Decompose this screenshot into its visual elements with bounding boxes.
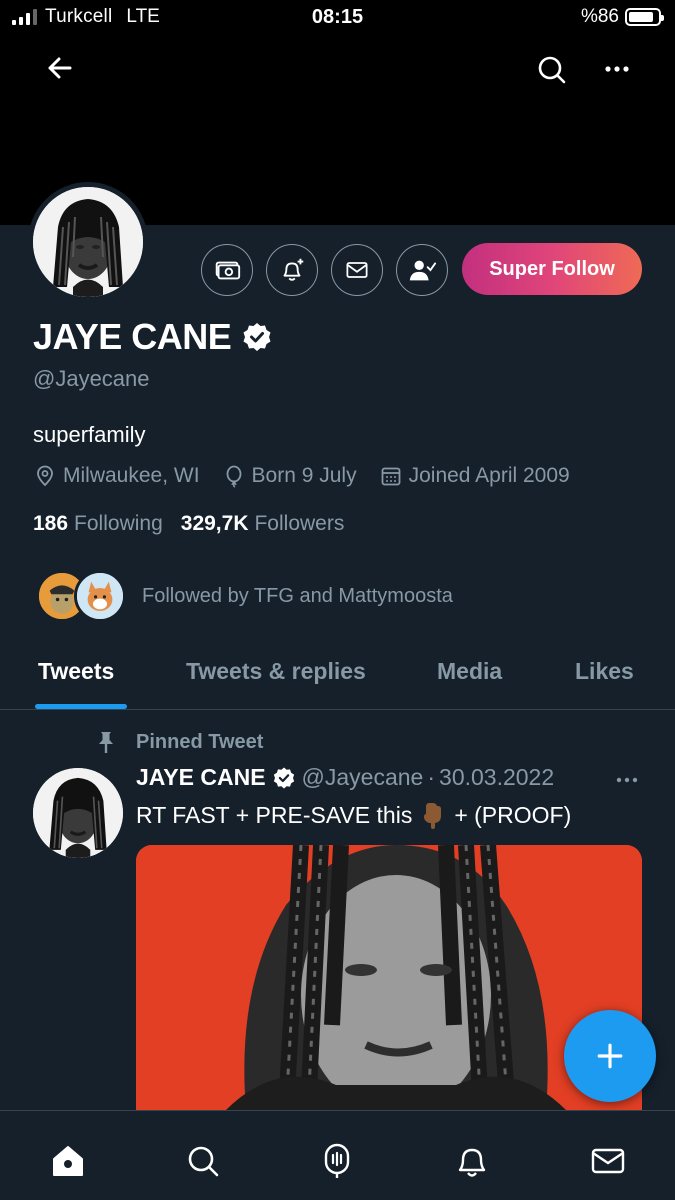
super-follow-button[interactable]: Super Follow — [462, 243, 642, 295]
profile-name-row: JAYE CANE — [33, 316, 273, 358]
tweet-author-handle[interactable]: @Jayecane — [302, 764, 424, 791]
followers-link[interactable]: 329,7K Followers — [181, 512, 345, 536]
plus-icon — [597, 1043, 623, 1069]
birthday-item: Born 9 July — [222, 464, 357, 488]
followers-count: 329,7K — [180, 512, 249, 535]
verified-badge-icon — [243, 323, 271, 351]
spaces-mic-icon[interactable] — [317, 1141, 357, 1181]
profile-tabs: Tweets Tweets & replies Media Likes — [0, 640, 675, 710]
pin-icon — [99, 732, 113, 753]
joined-item: Joined April 2009 — [379, 464, 570, 488]
following-label: Following — [74, 512, 163, 535]
tweet-more-icon[interactable] — [612, 768, 642, 792]
verified-badge-icon — [273, 767, 294, 788]
pinned-label: Pinned Tweet — [92, 728, 263, 756]
tweet-header: JAYE CANE @Jayecane · 30.03.2022 — [136, 764, 554, 791]
super-follow-money-icon[interactable] — [201, 244, 253, 296]
status-right: %86 — [580, 6, 664, 28]
pinned-text: Pinned Tweet — [136, 730, 264, 753]
message-envelope-icon[interactable] — [331, 244, 383, 296]
tweet-text-part1: RT FAST + PRE-SAVE this — [136, 801, 413, 828]
search-icon[interactable] — [183, 1141, 223, 1181]
joined-text: Joined April 2009 — [408, 464, 570, 487]
back-arrow-icon[interactable] — [40, 50, 80, 86]
follow-stats: 186 Following 329,7K Followers — [33, 512, 344, 536]
status-time: 08:15 — [311, 6, 364, 28]
search-icon[interactable] — [532, 50, 572, 90]
profile-avatar[interactable] — [28, 182, 148, 302]
profile-handle: @Jayecane — [33, 366, 150, 391]
tweet-author-avatar[interactable] — [33, 768, 123, 858]
home-icon[interactable] — [48, 1141, 88, 1181]
following-count: 186 — [33, 512, 69, 535]
tweet-text: RT FAST + PRE-SAVE this + (PROOF) — [136, 800, 571, 830]
location-pin-icon — [37, 465, 53, 487]
tab-tweets-replies[interactable]: Tweets & replies — [186, 658, 366, 685]
following-link[interactable]: 186 Following — [33, 512, 163, 536]
avatar-image — [33, 187, 143, 297]
notification-bell-add-icon[interactable] — [266, 244, 318, 296]
tab-media[interactable]: Media — [437, 658, 502, 685]
birthday-text: Born 9 July — [251, 464, 357, 487]
notifications-bell-icon[interactable] — [452, 1141, 492, 1181]
followed-by-text: Followed by TFG and Mattymoosta — [142, 584, 453, 607]
compose-tweet-button[interactable] — [564, 1010, 656, 1102]
tab-likes[interactable]: Likes — [575, 658, 634, 685]
tab-tweets[interactable]: Tweets — [38, 658, 114, 685]
bottom-nav — [0, 1110, 675, 1200]
followed-by[interactable]: Followed by TFG and Mattymoosta — [36, 570, 453, 622]
follower-avatar-mattymoosta — [74, 570, 126, 622]
tweet-date[interactable]: 30.03.2022 — [439, 764, 554, 791]
tweet-author-name[interactable]: JAYE CANE — [136, 764, 266, 791]
status-bar: Turkcell LTE 08:15 %86 — [0, 0, 675, 36]
messages-envelope-icon[interactable] — [588, 1141, 628, 1181]
balloon-icon — [226, 465, 241, 488]
tweet-separator: · — [427, 764, 436, 790]
battery-icon — [625, 8, 664, 26]
battery-fill — [629, 12, 654, 22]
display-name: JAYE CANE — [33, 316, 232, 357]
tweet-text-part2: + (PROOF) — [454, 801, 572, 828]
calendar-icon — [381, 467, 400, 486]
profile-meta: Milwaukee, WI Born 9 July Joined April 2… — [33, 464, 592, 488]
following-person-check-icon[interactable] — [396, 244, 448, 296]
followers-label: Followers — [254, 512, 345, 535]
profile-bio: superfamily — [33, 422, 146, 447]
battery-percentage: %86 — [580, 6, 619, 27]
pointing-down-emoji-icon — [424, 803, 442, 829]
location-text: Milwaukee, WI — [63, 464, 200, 487]
active-tab-indicator — [35, 704, 127, 709]
more-icon[interactable] — [597, 52, 637, 88]
location-item: Milwaukee, WI — [33, 464, 200, 488]
